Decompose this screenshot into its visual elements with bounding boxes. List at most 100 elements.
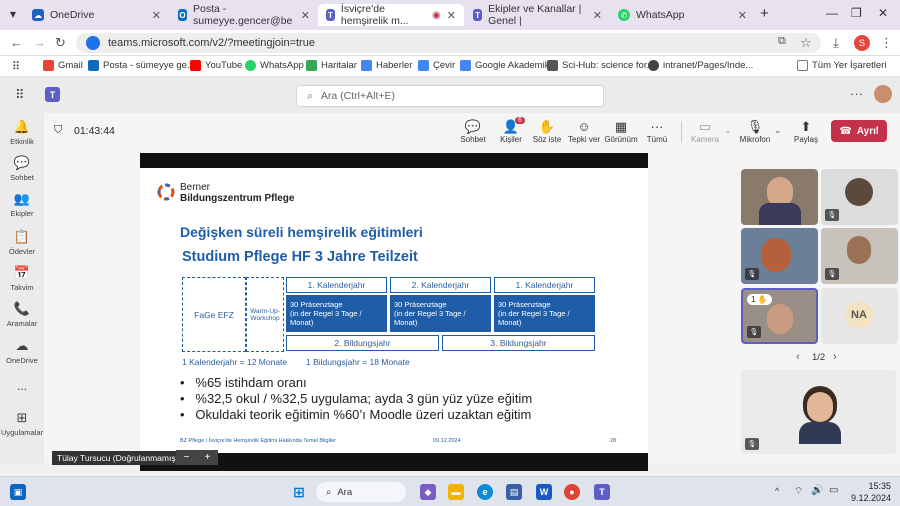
taskbar-search[interactable]: ⌕ Ara (316, 482, 406, 502)
profile-avatar[interactable]: S (854, 35, 870, 51)
toolbar-label: Kişiler (500, 135, 522, 144)
participant-tile[interactable]: NA (821, 288, 898, 344)
volume-icon[interactable]: 🔊 (811, 485, 823, 496)
bookmark-scihub[interactable]: Sci-Hub: science for... (547, 60, 654, 71)
word-icon[interactable]: W (536, 484, 552, 500)
leave-button[interactable]: ☎ Ayrıl (831, 120, 887, 142)
new-tab-icon[interactable]: + (760, 5, 769, 22)
rail-chat[interactable]: 💬 Sohbet (0, 155, 44, 182)
bookmark-label: Posta - sümeyye ge... (103, 60, 195, 71)
reload-icon[interactable]: ↻ (55, 35, 66, 51)
bookmark-label: WhatsApp (260, 60, 304, 71)
clock-time[interactable]: 15:35 (851, 481, 891, 491)
tab-search-icon[interactable]: ▾ (10, 7, 16, 21)
raise-hand-button[interactable]: ✋ Söz iste (527, 119, 567, 144)
participant-tile[interactable]: 🎙 (821, 228, 898, 284)
prev-page-icon[interactable]: ‹ (796, 351, 800, 363)
close-icon[interactable]: ✕ (152, 9, 161, 22)
bookmark-whatsapp[interactable]: WhatsApp (245, 60, 304, 71)
chat-button[interactable]: 💬 Sohbet (453, 119, 493, 144)
teams-taskbar-icon[interactable]: T (594, 484, 610, 500)
bookmark-haritalar[interactable]: Haritalar (306, 60, 357, 71)
forward-icon[interactable]: → (33, 35, 46, 50)
store-icon[interactable]: ▤ (506, 484, 522, 500)
rail-assignments[interactable]: 📋 Ödevler (0, 229, 44, 256)
download-icon[interactable]: ⤓ (833, 35, 839, 51)
rail-calendar[interactable]: 📅 Takvim (0, 265, 44, 292)
clock-date[interactable]: 9.12.2024 (836, 493, 891, 503)
zoom-in-icon[interactable]: + (205, 452, 211, 463)
camera-button[interactable]: ▭ Kamera (685, 119, 725, 144)
site-info-icon[interactable] (86, 36, 100, 50)
layout-icon: ▦ (614, 119, 628, 134)
view-button[interactable]: ▦ Görünüm (601, 119, 641, 144)
search-placeholder: Ara (Ctrl+Alt+E) (320, 90, 395, 102)
participant-tile[interactable]: 🎙 (821, 169, 898, 225)
participant-initials: NA (845, 301, 873, 329)
tray-overflow-icon[interactable]: ^ (775, 486, 779, 496)
install-app-icon[interactable]: ⧉ (778, 35, 786, 48)
more-options-icon[interactable]: ··· (850, 86, 863, 101)
window-close-icon[interactable]: ✕ (878, 6, 888, 20)
presentation-slide: Berner Bildungszentrum Pflege Değişken s… (140, 168, 648, 453)
bookmark-youtube[interactable]: YouTube (190, 60, 242, 71)
meeting-toolbar: ⛉ 01:43:44 💬 Sohbet 👤 6 Kişiler ✋ Söz iste… (44, 113, 900, 151)
bookmark-star-icon[interactable]: ☆ (800, 35, 812, 51)
bookmark-label: Tüm Yer İşaretleri (812, 60, 887, 71)
file-explorer-icon[interactable]: ▬ (448, 484, 464, 500)
tab-whatsapp[interactable]: ✆ WhatsApp ✕ (610, 4, 755, 26)
react-button[interactable]: ☺ Tepki ver (564, 119, 604, 144)
participant-tile-raised-hand[interactable]: 1 ✋ 🎙 (741, 288, 818, 344)
rail-onedrive[interactable]: ☁ OneDrive (0, 338, 44, 365)
tab-ekipler[interactable]: T Ekipler ve Kanallar | Genel | ✕ (465, 3, 610, 27)
bookmark-haberler[interactable]: Haberler (361, 60, 412, 71)
tab-posta[interactable]: O Posta - sumeyye.gencer@be ✕ (170, 3, 318, 27)
people-button[interactable]: 👤 6 Kişiler (491, 117, 531, 144)
share-button[interactable]: ⬆ Paylaş (786, 119, 826, 144)
widgets-icon[interactable]: ▣ (10, 484, 26, 500)
all-bookmarks[interactable]: Tüm Yer İşaretleri (797, 60, 886, 71)
more-button[interactable]: ··· Tümü (637, 119, 677, 144)
close-icon[interactable]: ✕ (301, 9, 310, 22)
url-bar[interactable]: teams.microsoft.com/v2/?meetingjoin=true (76, 33, 821, 53)
folder-icon (797, 60, 808, 71)
teams-search[interactable]: ⌕ Ara (Ctrl+Alt+E) (296, 85, 604, 107)
minimize-icon[interactable]: — (826, 6, 838, 20)
close-icon[interactable]: ✕ (447, 9, 456, 22)
rail-apps[interactable]: ⊞ Uygulamalar (0, 410, 44, 437)
network-icon[interactable]: ⌔ (794, 485, 803, 498)
tab-onedrive[interactable]: ☁ OneDrive ✕ (24, 4, 169, 26)
rail-more[interactable]: ... (0, 379, 44, 393)
participant-tile[interactable]: 🎙 (741, 228, 818, 284)
user-avatar[interactable] (874, 85, 892, 103)
bookmark-akademik[interactable]: Google Akademik (460, 60, 549, 71)
next-page-icon[interactable]: › (833, 351, 837, 363)
participant-tile[interactable] (741, 169, 818, 225)
back-icon[interactable]: ← (10, 35, 23, 50)
chrome-icon[interactable]: ● (564, 484, 580, 500)
close-icon[interactable]: ✕ (738, 9, 747, 22)
mic-off-icon: 🎙 (745, 268, 759, 280)
app-launcher-icon[interactable]: ⠿ (15, 87, 25, 103)
tab-meeting[interactable]: T İsviçre'de hemşirelik m... ◉ ✕ (318, 3, 464, 27)
start-icon[interactable]: ⊞ (291, 484, 307, 500)
participant-face (761, 238, 791, 272)
zoom-out-icon[interactable]: − (184, 452, 190, 463)
bookmark-intranet[interactable]: intranet/Pages/Inde... (648, 60, 753, 71)
self-view-tile[interactable]: 🎙 (741, 370, 896, 454)
copilot-icon[interactable]: ◆ (420, 484, 436, 500)
close-icon[interactable]: ✕ (593, 9, 602, 22)
bookmark-cevir[interactable]: Çevir (418, 60, 455, 71)
edge-icon[interactable]: e (477, 484, 493, 500)
bookmark-gmail[interactable]: Gmail (43, 60, 83, 71)
rail-teams[interactable]: 👥 Ekipler (0, 191, 44, 218)
mic-button[interactable]: 🎙 Mikrofon (735, 119, 775, 144)
browser-menu-icon[interactable]: ⋮ (880, 35, 893, 51)
mic-options-chevron-icon[interactable]: ⌄ (774, 125, 782, 136)
rail-calls[interactable]: 📞 Aramalar (0, 301, 44, 328)
restore-icon[interactable]: ❐ (851, 6, 862, 20)
apps-grid-icon[interactable]: ⠿ (12, 60, 20, 73)
camera-options-chevron-icon[interactable]: ⌄ (724, 125, 732, 136)
rail-activity[interactable]: 🔔 Etkinlik (0, 119, 44, 146)
bookmark-posta[interactable]: Posta - sümeyye ge... (88, 60, 195, 71)
